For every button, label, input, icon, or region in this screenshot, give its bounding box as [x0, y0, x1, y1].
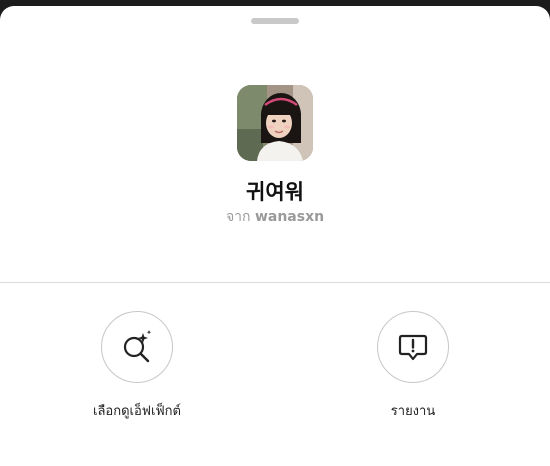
report-button[interactable]: รายงาน: [323, 311, 503, 421]
browse-effects-circle[interactable]: [101, 311, 173, 383]
effect-bottom-sheet: 귀여워 จาก wanasxn เลือกดูเอ็ฟเฟ็กต์ รายงาน: [0, 6, 550, 466]
effect-title: 귀여워: [246, 180, 304, 204]
effect-thumbnail: [237, 85, 313, 161]
report-label: รายงาน: [390, 404, 436, 419]
browse-effects-label: เลือกดูเอ็ฟเฟ็กต์: [93, 404, 181, 419]
search-sparkle-icon: [123, 330, 152, 363]
effect-creator-line: จาก wanasxn: [0, 206, 550, 228]
creator-username[interactable]: wanasxn: [255, 209, 324, 225]
effect-preview-image: [237, 85, 313, 161]
sheet-grabber-handle[interactable]: [251, 18, 299, 24]
report-circle[interactable]: [377, 311, 449, 383]
report-speech-bubble-icon: [398, 334, 428, 361]
by-prefix: จาก: [225, 209, 251, 225]
browse-effects-button[interactable]: เลือกดูเอ็ฟเฟ็กต์: [47, 311, 227, 421]
sheet-divider: [0, 282, 550, 283]
